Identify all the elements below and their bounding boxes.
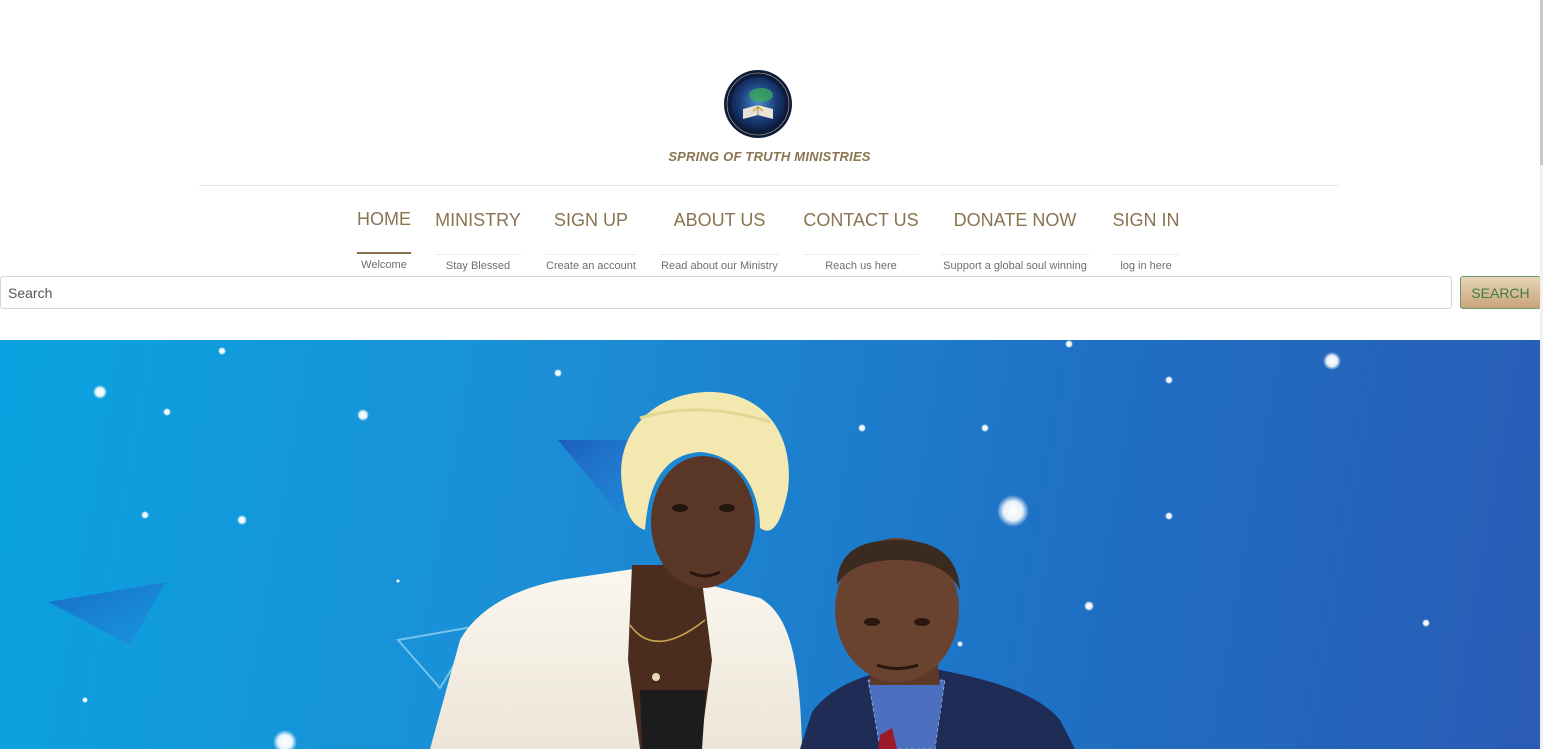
nav-divider bbox=[940, 254, 1090, 255]
nav-divider bbox=[803, 254, 919, 255]
nav-sub-about-us: Read about our Ministry bbox=[661, 260, 778, 272]
nav-sub-contact-us: Reach us here bbox=[825, 260, 897, 272]
nav-divider bbox=[435, 254, 521, 255]
nav-divider bbox=[545, 254, 637, 255]
nav-item-donate-now[interactable]: DONATE NOW Support a global soul winning bbox=[940, 205, 1090, 272]
nav-sub-sign-in: log in here bbox=[1120, 260, 1172, 272]
nav-item-contact-us[interactable]: CONTACT US Reach us here bbox=[803, 205, 919, 272]
nav-label-sign-up: SIGN UP bbox=[553, 210, 628, 230]
nav-sub-ministry: Stay Blessed bbox=[445, 260, 511, 272]
nav-item-ministry[interactable]: MINISTRY Stay Blessed bbox=[435, 205, 521, 272]
brand-name: SPRING OF TRUTH MINISTRIES bbox=[668, 149, 871, 164]
hero-banner bbox=[0, 340, 1541, 749]
header-divider bbox=[199, 185, 1339, 186]
ministry-logo[interactable] bbox=[723, 69, 793, 139]
nav-item-about-us[interactable]: ABOUT US Read about our Ministry bbox=[659, 205, 780, 272]
nav-divider bbox=[1112, 254, 1180, 255]
nav-divider bbox=[659, 254, 780, 255]
search-button[interactable]: SEARCH bbox=[1460, 276, 1541, 309]
nav-label-ministry: MINISTRY bbox=[435, 210, 521, 230]
nav-label-home: HOME bbox=[357, 209, 411, 229]
nav-item-home[interactable]: HOME Welcome bbox=[357, 205, 411, 271]
nav-label-donate-now: DONATE NOW bbox=[953, 210, 1077, 230]
hero-image bbox=[48, 340, 1430, 749]
nav-item-sign-in[interactable]: SIGN IN log in here bbox=[1112, 205, 1180, 272]
nav-label-about-us: ABOUT US bbox=[673, 210, 766, 230]
nav-sub-sign-up: Create an account bbox=[546, 260, 636, 272]
nav-active-indicator bbox=[357, 252, 411, 254]
nav-sub-home: Welcome bbox=[361, 259, 407, 271]
nav-label-sign-in: SIGN IN bbox=[1112, 210, 1180, 230]
nav-label-contact-us: CONTACT US bbox=[803, 210, 919, 230]
page: SPRING OF TRUTH MINISTRIES HOME Welcome … bbox=[0, 0, 1543, 749]
search-input[interactable] bbox=[0, 276, 1452, 309]
nav-item-sign-up[interactable]: SIGN UP Create an account bbox=[545, 205, 637, 272]
nav-sub-donate-now: Support a global soul winning bbox=[943, 260, 1087, 272]
